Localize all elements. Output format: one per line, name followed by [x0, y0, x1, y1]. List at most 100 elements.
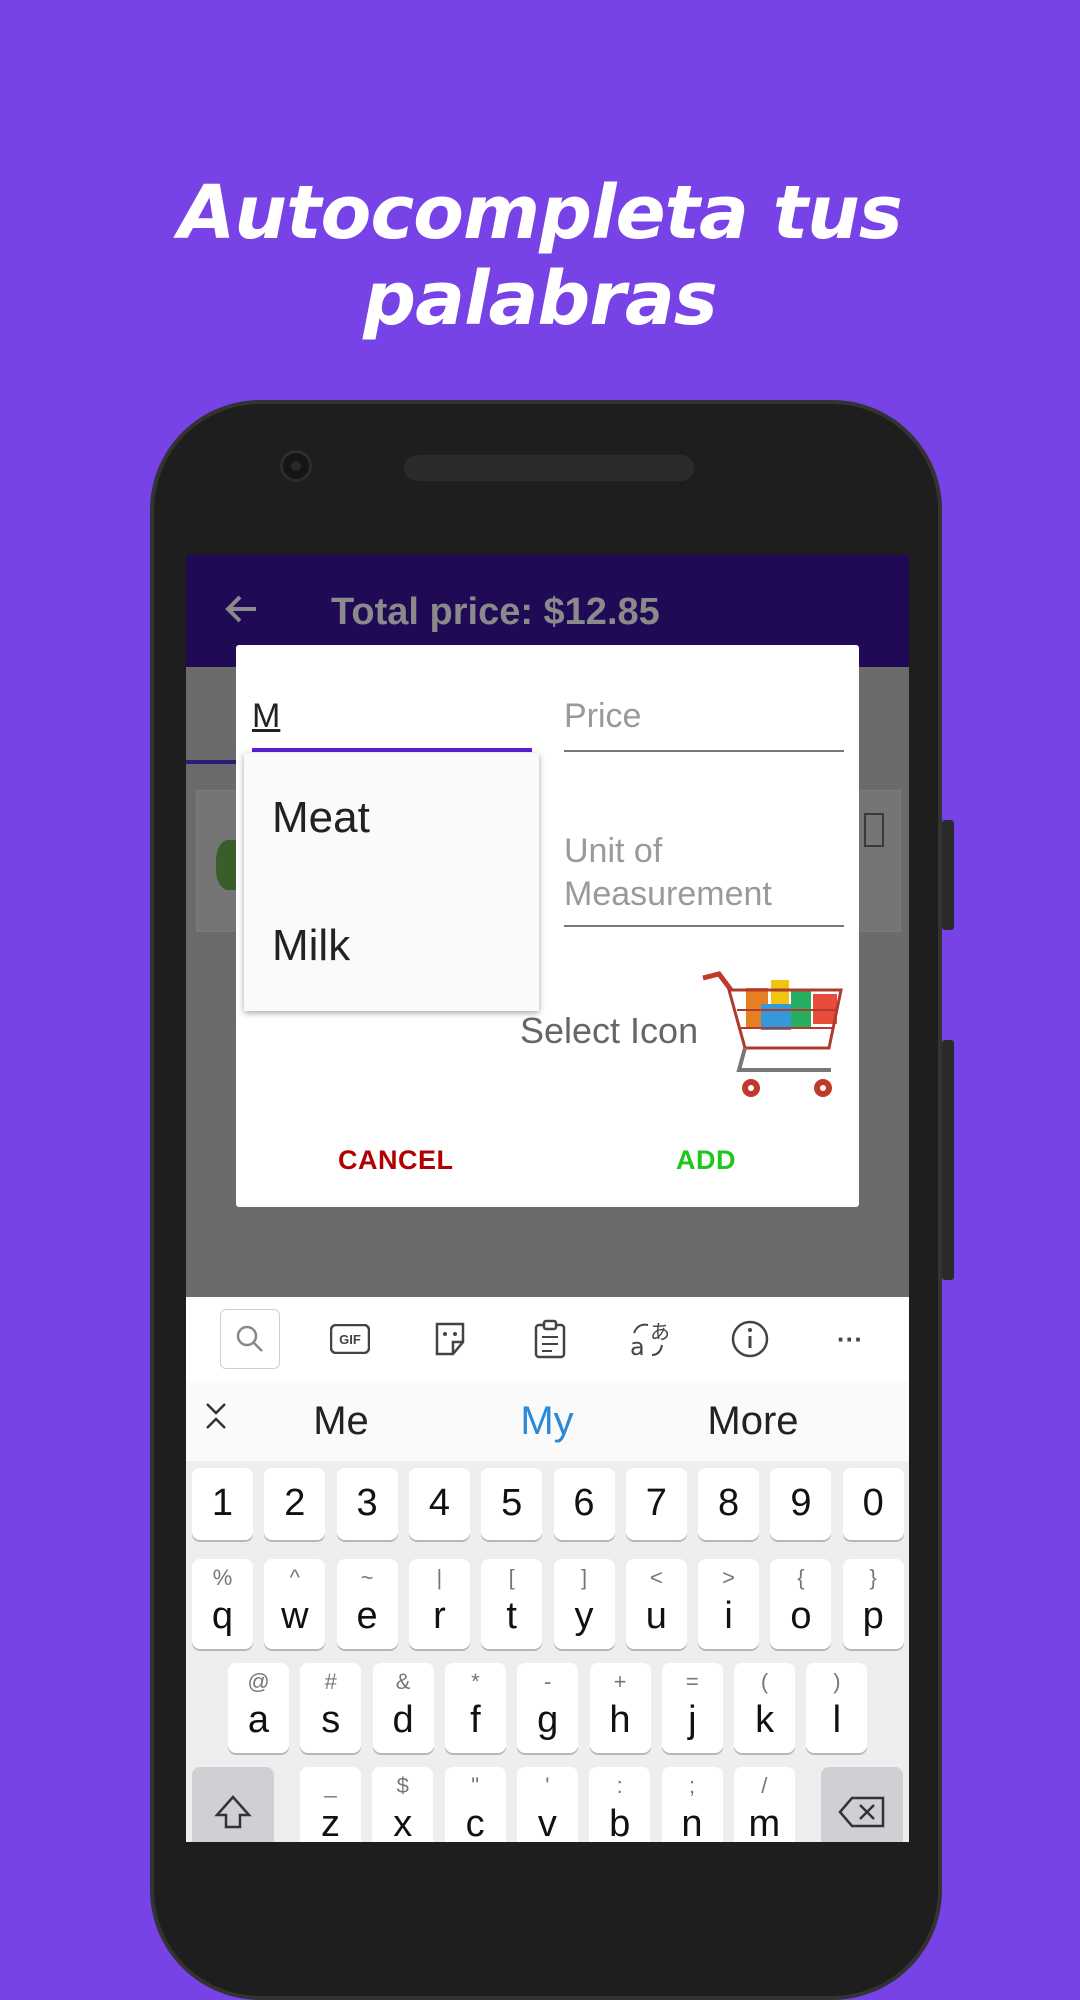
key-label: v — [537, 1803, 557, 1842]
key-label: z — [321, 1803, 340, 1842]
more-icon[interactable]: ··· — [820, 1309, 880, 1369]
key-secondary-label: $ — [396, 1773, 409, 1798]
key-p[interactable]: } p — [842, 1559, 904, 1649]
clipboard-icon[interactable] — [520, 1309, 580, 1369]
key-secondary-label: } — [869, 1565, 877, 1590]
key-b[interactable]: :b — [589, 1767, 651, 1842]
key-label: a — [247, 1699, 270, 1741]
add-item-dialog: M Price Unit of Measurement Select Icon — [236, 645, 859, 1207]
key-1[interactable]: 1 — [192, 1468, 253, 1540]
key-h[interactable]: + h — [589, 1663, 651, 1753]
shopping-cart-icon[interactable] — [701, 970, 846, 1105]
key-w[interactable]: ^ w — [264, 1559, 326, 1649]
price-input[interactable]: Price — [564, 697, 844, 736]
key-s[interactable]: # s — [300, 1663, 362, 1753]
key-y[interactable]: ] y — [553, 1559, 615, 1649]
key-9[interactable]: 9 — [770, 1468, 832, 1540]
unit-of-measurement-input[interactable]: Unit of Measurement — [564, 830, 844, 916]
key-m[interactable]: / m — [733, 1767, 795, 1842]
key-8[interactable]: 8 — [698, 1468, 760, 1540]
key-z[interactable]: _ z — [300, 1767, 361, 1842]
key-0[interactable]: 0 — [842, 1468, 904, 1540]
key-i[interactable]: > i — [698, 1559, 760, 1649]
key-r[interactable]: | r — [408, 1559, 470, 1649]
suggestion-item[interactable]: Meat — [272, 793, 370, 843]
key-4[interactable]: 4 — [408, 1468, 470, 1540]
key-label: 2 — [284, 1482, 306, 1524]
key-label: 3 — [356, 1482, 378, 1524]
key-secondary-label: : — [616, 1773, 623, 1798]
key-d[interactable]: & d — [372, 1663, 434, 1753]
key-secondary-label: [ — [508, 1565, 515, 1590]
info-icon[interactable] — [720, 1309, 780, 1369]
key-k[interactable]: (k — [734, 1663, 796, 1753]
key-secondary-label: ; — [688, 1773, 696, 1798]
add-button[interactable]: ADD — [676, 1145, 736, 1176]
svg-text:GIF: GIF — [339, 1332, 361, 1347]
key-label: l — [832, 1699, 842, 1741]
key-3[interactable]: 3 — [336, 1468, 398, 1540]
autocomplete-dropdown: Meat Milk — [244, 753, 539, 1011]
back-arrow-icon[interactable] — [222, 589, 262, 639]
key-a[interactable]: @ a — [228, 1663, 289, 1753]
key-label: g — [537, 1699, 559, 1741]
key-x[interactable]: $ x — [372, 1767, 434, 1842]
key-5[interactable]: 5 — [481, 1468, 543, 1540]
key-o[interactable]: {o — [770, 1559, 832, 1649]
phone-screen: Total price: $12.85 + M Price Unit of Me… — [186, 555, 909, 1842]
key-secondary-label: " — [471, 1773, 479, 1798]
key-secondary-label: > — [722, 1565, 736, 1590]
item-name-input[interactable]: M — [252, 697, 532, 743]
key-2[interactable]: 2 — [264, 1468, 326, 1540]
key-label: 8 — [718, 1482, 740, 1524]
key-f[interactable]: * f — [444, 1663, 506, 1753]
keyboard-suggestion[interactable]: Me — [266, 1399, 416, 1444]
key-secondary-label: / — [761, 1773, 768, 1798]
svg-text:a: a — [630, 1333, 645, 1359]
key-label: 1 — [211, 1482, 234, 1524]
suggestion-item[interactable]: Milk — [272, 921, 350, 971]
shift-key[interactable] — [192, 1767, 274, 1842]
collapse-icon[interactable] — [204, 1401, 228, 1439]
key-label: r — [433, 1595, 446, 1637]
key-j[interactable]: = j — [661, 1663, 723, 1753]
key-label: x — [393, 1803, 413, 1842]
keyboard-toolbar: GIF aあ ··· — [186, 1297, 909, 1381]
key-label: h — [609, 1699, 631, 1741]
key-label: k — [755, 1699, 775, 1741]
key-c[interactable]: " c — [444, 1767, 506, 1842]
key-g[interactable]: -g — [517, 1663, 579, 1753]
keyboard-suggestion[interactable]: More — [678, 1399, 828, 1444]
key-secondary-label: ^ — [289, 1565, 300, 1590]
backspace-icon — [838, 1796, 885, 1828]
key-label: s — [321, 1699, 341, 1741]
key-secondary-label: ~ — [360, 1565, 374, 1590]
key-v[interactable]: ' v — [516, 1767, 578, 1842]
key-n[interactable]: ; n — [661, 1767, 723, 1842]
key-label: 5 — [501, 1482, 523, 1524]
key-secondary-label: & — [395, 1669, 411, 1694]
key-e[interactable]: ~ e — [336, 1559, 398, 1649]
key-label: w — [281, 1595, 309, 1637]
key-secondary-label: ) — [833, 1669, 841, 1694]
key-secondary-label: { — [797, 1565, 805, 1590]
key-7[interactable]: 7 — [625, 1468, 687, 1540]
sticker-icon[interactable] — [420, 1309, 480, 1369]
headline: Autocompleta tus palabras — [178, 170, 903, 342]
key-t[interactable]: [t — [481, 1559, 543, 1649]
key-secondary-label: ] — [580, 1565, 588, 1590]
key-u[interactable]: < u — [625, 1559, 687, 1649]
backspace-key[interactable] — [821, 1767, 903, 1842]
keyboard-suggestion[interactable]: My — [472, 1399, 622, 1444]
key-label: j — [688, 1699, 697, 1741]
key-q[interactable]: % q — [192, 1559, 253, 1649]
phone-camera — [280, 450, 312, 482]
cancel-button[interactable]: CANCEL — [338, 1145, 454, 1176]
key-l[interactable]: ) l — [806, 1663, 868, 1753]
key-6[interactable]: 6 — [553, 1468, 615, 1540]
gif-icon[interactable]: GIF — [320, 1309, 380, 1369]
search-icon[interactable] — [220, 1309, 280, 1369]
key-label: n — [681, 1803, 703, 1842]
translate-icon[interactable]: aあ — [620, 1309, 680, 1369]
soft-keyboard: GIF aあ ··· Me My More 1 2 3 4 5 6 7 8 9 0 % q — [186, 1297, 909, 1842]
